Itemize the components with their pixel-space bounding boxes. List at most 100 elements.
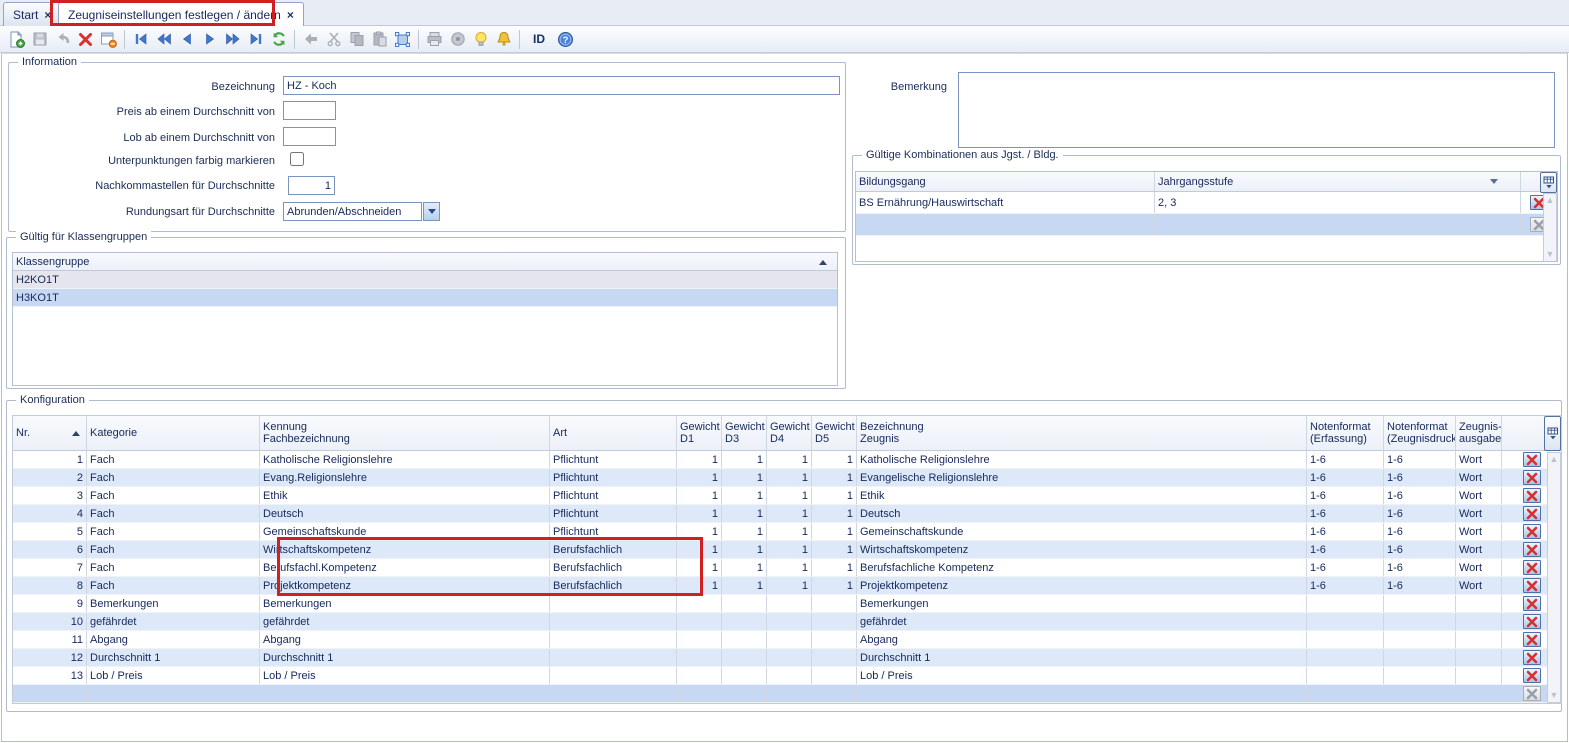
cfg-row-delete-button[interactable] xyxy=(1523,596,1541,611)
konfiguration-row[interactable]: 6FachWirtschaftskompetenzBerufsfachlich1… xyxy=(13,541,1561,559)
cfg-row-delete-button[interactable] xyxy=(1523,632,1541,647)
cfg-cell-zeugnis xyxy=(857,685,1307,702)
klassengruppen-row[interactable]: H3KO1T xyxy=(13,289,837,307)
id-button[interactable]: ID xyxy=(524,28,554,51)
form-settings-button[interactable] xyxy=(97,28,120,51)
konfiguration-row[interactable]: 1FachKatholische ReligionslehrePflichtun… xyxy=(13,451,1561,469)
grid-chooser-icon xyxy=(1547,427,1559,440)
konfiguration-row[interactable]: 3FachEthikPflichtunt1111Ethik1-61-6Wort xyxy=(13,487,1561,505)
filter-dropdown-icon[interactable] xyxy=(1490,179,1498,184)
grid-chooser-icon xyxy=(1543,176,1555,189)
help-button[interactable]: ? xyxy=(554,28,577,51)
delete-record-button[interactable] xyxy=(74,28,97,51)
tab-start[interactable]: Start × xyxy=(3,2,61,26)
konfiguration-row[interactable]: 9BemerkungenBemerkungenBemerkungen xyxy=(13,595,1561,613)
cfg-header-nf_druck[interactable]: Notenformat (Zeugnisdruck) xyxy=(1384,416,1456,450)
red-x-icon xyxy=(1526,490,1538,502)
last-record-button[interactable] xyxy=(244,28,267,51)
bemerkung-textarea[interactable] xyxy=(958,72,1555,148)
bezeichnung-label: Bezeichnung xyxy=(8,81,275,93)
cfg-row-delete-button[interactable] xyxy=(1523,614,1541,629)
red-x-icon xyxy=(1526,670,1538,682)
fast-prev-button[interactable] xyxy=(152,28,175,51)
cfg-row-delete-button[interactable] xyxy=(1523,488,1541,503)
cfg-row-delete-button[interactable] xyxy=(1523,452,1541,467)
cfg-header-d4[interactable]: Gewicht D4 xyxy=(767,416,812,450)
tab-zeugniseinstellungen[interactable]: Zeugniseinstellungen festlegen / ändern … xyxy=(58,2,304,26)
cfg-row-delete-button[interactable] xyxy=(1523,668,1541,683)
cfg-cell-d4 xyxy=(767,613,812,630)
konfiguration-row[interactable]: 11AbgangAbgangAbgang xyxy=(13,631,1561,649)
cfg-cell-d5 xyxy=(812,613,857,630)
konfiguration-empty-row[interactable] xyxy=(13,685,1561,703)
nachkommastellen-input[interactable] xyxy=(288,176,335,195)
klassengruppen-row[interactable]: H2KO1T xyxy=(13,271,837,289)
first-record-button[interactable] xyxy=(129,28,152,51)
klassengruppe-header[interactable]: Klassengruppe xyxy=(13,253,837,270)
back-button xyxy=(299,28,322,51)
cfg-cell-d1: 1 xyxy=(677,523,722,540)
cfg-cell-ausgabe: Wort xyxy=(1456,505,1502,522)
cfg-header-art[interactable]: Art xyxy=(550,416,677,450)
scroll-up-icon[interactable]: ▲ xyxy=(1550,455,1559,464)
cfg-header-zeugnis[interactable]: Bezeichnung Zeugnis xyxy=(857,416,1307,450)
cfg-row-delete-button[interactable] xyxy=(1523,650,1541,665)
konfiguration-row[interactable]: 4FachDeutschPflichtunt1111Deutsch1-61-6W… xyxy=(13,505,1561,523)
vertical-scrollbar[interactable]: ▲▼ xyxy=(1543,193,1557,262)
kombi-header-bildungsgang[interactable]: Bildungsgang xyxy=(856,172,1155,191)
konfiguration-row[interactable]: 10gefährdetgefährdetgefährdet xyxy=(13,613,1561,631)
new-record-button[interactable] xyxy=(5,28,28,51)
fast-next-button[interactable] xyxy=(221,28,244,51)
cfg-header-kategorie[interactable]: Kategorie xyxy=(87,416,260,450)
next-record-button[interactable] xyxy=(198,28,221,51)
cfg-header-nr[interactable]: Nr. xyxy=(13,416,87,450)
kombinationen-row[interactable]: BS Ernährung/Hauswirtschaft2, 3 xyxy=(856,192,1557,214)
hint-button[interactable] xyxy=(469,28,492,51)
konfiguration-row[interactable]: 5FachGemeinschaftskundePflichtunt1111Gem… xyxy=(13,523,1561,541)
cfg-cell-nf_erfassung: 1-6 xyxy=(1307,541,1384,558)
cfg-row-delete-button[interactable] xyxy=(1523,542,1541,557)
cfg-header-ausgabe[interactable]: Zeugnis- ausgabe xyxy=(1456,416,1502,450)
rundungsart-dropdown-button[interactable] xyxy=(423,202,440,221)
scroll-down-icon[interactable]: ▼ xyxy=(1546,250,1555,259)
cfg-row-delete-button[interactable] xyxy=(1523,578,1541,593)
unterpunktungen-checkbox[interactable] xyxy=(290,152,304,166)
column-chooser-button[interactable] xyxy=(1540,172,1557,193)
konfiguration-row[interactable]: 8FachProjektkompetenzBerufsfachlich1111P… xyxy=(13,577,1561,595)
konfiguration-row[interactable]: 13Lob / PreisLob / PreisLob / Preis xyxy=(13,667,1561,685)
cfg-cell-nf_erfassung xyxy=(1307,613,1384,630)
rundungsart-select[interactable] xyxy=(283,202,422,221)
cfg-header-d1[interactable]: Gewicht D1 xyxy=(677,416,722,450)
notify-button[interactable] xyxy=(492,28,515,51)
cfg-row-delete-button[interactable] xyxy=(1523,470,1541,485)
cfg-row-delete-button[interactable] xyxy=(1523,506,1541,521)
cfg-row-delete-button[interactable] xyxy=(1523,524,1541,539)
kombi-header-jahrgangsstufe[interactable]: Jahrgangsstufe xyxy=(1155,172,1521,191)
preis-input[interactable] xyxy=(283,101,336,120)
prev-record-button[interactable] xyxy=(175,28,198,51)
refresh-button[interactable] xyxy=(267,28,290,51)
kombinationen-empty-row[interactable] xyxy=(856,214,1557,236)
konfiguration-row[interactable]: 12Durchschnitt 1Durchschnitt 1Durchschni… xyxy=(13,649,1561,667)
cfg-header-nf_erfassung[interactable]: Notenformat (Erfassung) xyxy=(1307,416,1384,450)
scroll-down-icon[interactable]: ▼ xyxy=(1550,691,1559,700)
column-chooser-button[interactable] xyxy=(1544,416,1561,451)
tab-close-icon[interactable]: × xyxy=(287,8,294,22)
konfiguration-row[interactable]: 7FachBerufsfachl.KompetenzBerufsfachlich… xyxy=(13,559,1561,577)
cfg-row-delete-button[interactable] xyxy=(1523,560,1541,575)
tab-close-icon[interactable]: × xyxy=(44,8,51,22)
bezeichnung-input[interactable] xyxy=(283,76,840,95)
cfg-cell-nf_druck: 1-6 xyxy=(1384,469,1456,486)
konfiguration-row[interactable]: 2FachEvang.ReligionslehrePflichtunt1111E… xyxy=(13,469,1561,487)
vertical-scrollbar[interactable]: ▲▼ xyxy=(1547,452,1561,703)
cfg-cell-d4: 1 xyxy=(767,577,812,594)
group-konfiguration-legend: Konfiguration xyxy=(16,394,89,406)
cfg-header-d5[interactable]: Gewicht D5 xyxy=(812,416,857,450)
cfg-header-d3[interactable]: Gewicht D3 xyxy=(722,416,767,450)
cfg-cell-art: Pflichtunt xyxy=(550,469,677,486)
scroll-up-icon[interactable]: ▲ xyxy=(1546,196,1555,205)
cfg-cell-d4 xyxy=(767,685,812,702)
select-button[interactable] xyxy=(391,28,414,51)
cfg-header-kennung[interactable]: Kennung Fachbezeichnung xyxy=(260,416,550,450)
lob-input[interactable] xyxy=(283,127,336,146)
